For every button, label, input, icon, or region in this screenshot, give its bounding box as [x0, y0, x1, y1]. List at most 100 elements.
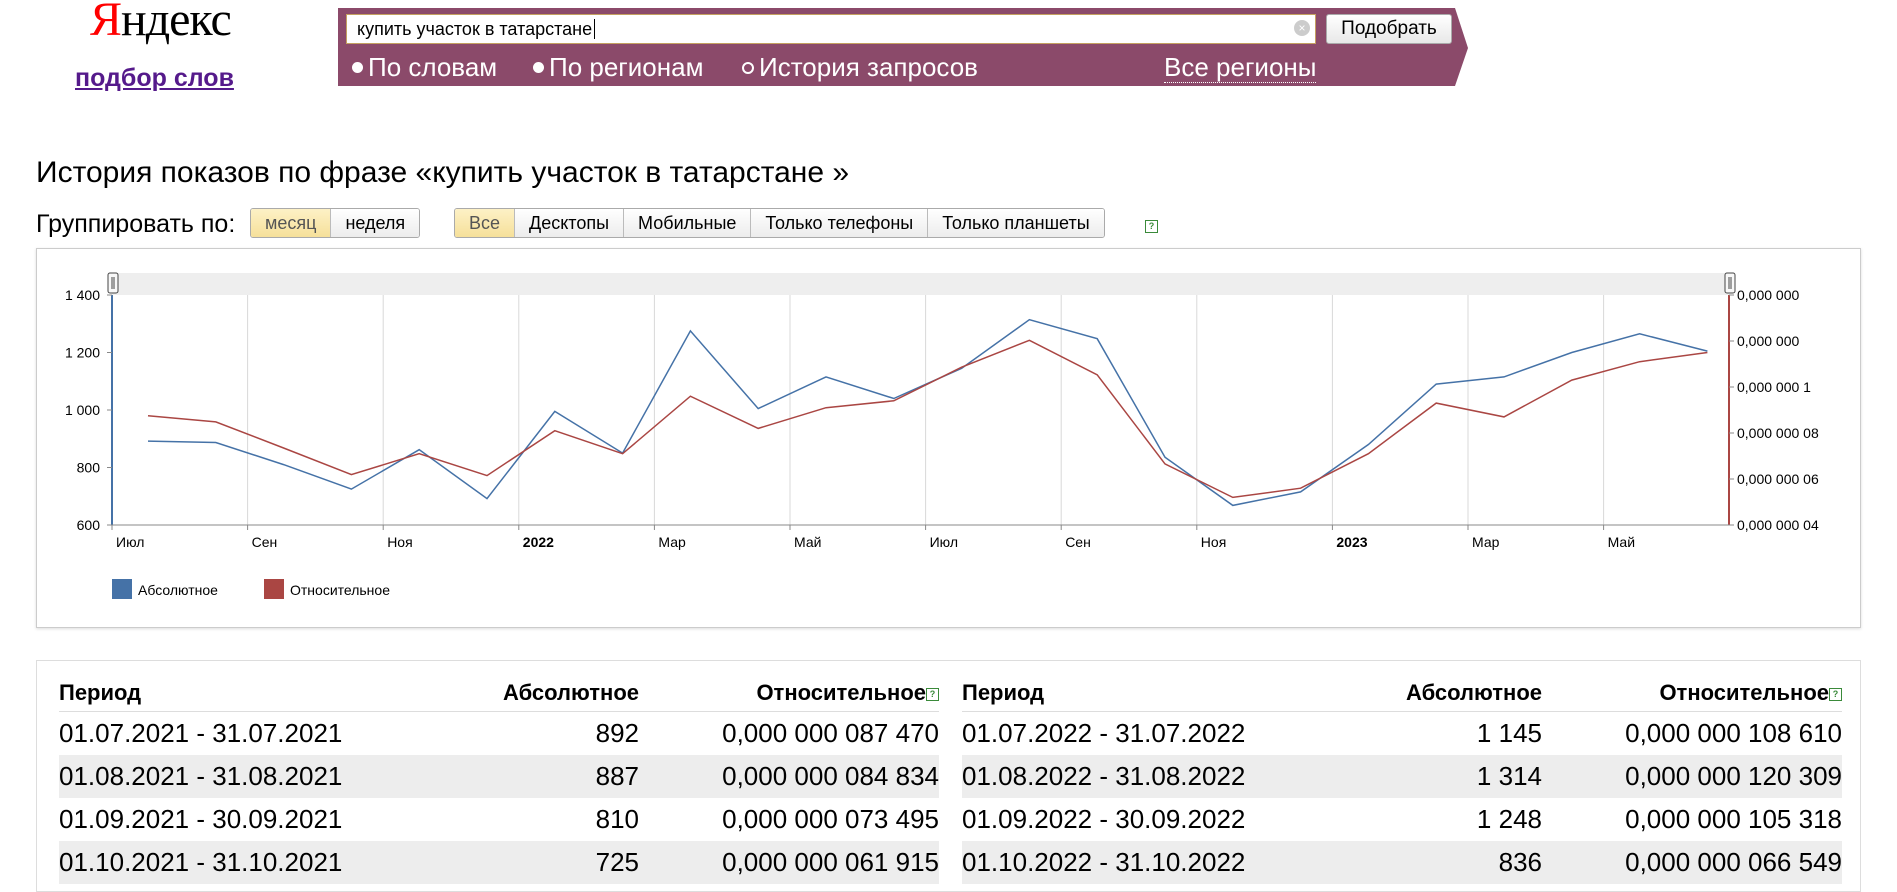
page-title: История показов по фразе «купить участок… [36, 156, 850, 189]
table-right: Период Абсолютное Относительное? 01.07.2… [962, 675, 1842, 884]
device-tablets-button[interactable]: Только планшеты [928, 209, 1104, 237]
x-tick-label: Ноя [387, 534, 412, 550]
absolute-cell: 1 145 [1476, 718, 1542, 748]
legend-swatch [264, 579, 284, 599]
x-tick-label: Мар [1472, 534, 1500, 550]
y-right-tick-label: 0,000 000 04 [1737, 517, 1819, 533]
y-right-tick-label: 0,000 000 06 [1737, 471, 1819, 487]
table-row: 01.10.2022 - 31.10.2022 836 0,000 000 066 … [962, 841, 1842, 884]
header-period: Период [59, 675, 451, 712]
header-relative-label: Относительное [1659, 680, 1829, 705]
absolute-cell: 836 [1353, 841, 1542, 884]
relative-cell: 0,000 000 105 318 [1625, 804, 1842, 834]
x-tick-label: 2023 [1336, 534, 1367, 550]
y-right-tick-label: 0,000 000 08 [1737, 425, 1819, 441]
table-row: 01.09.2021 - 30.09.2021 810 0,000 000 073 … [59, 798, 939, 841]
device-all-button[interactable]: Все [455, 209, 516, 237]
relative-cell: 0,000 000 061 915 [639, 841, 939, 884]
legend-swatch [112, 579, 132, 599]
help-icon[interactable]: ? [1829, 687, 1842, 701]
header-period: Период [962, 675, 1354, 712]
logo-rest: ндекс [121, 0, 232, 46]
legend-label: Абсолютное [138, 582, 218, 598]
y-left-tick-label: 1 400 [65, 287, 100, 303]
legend-label: Относительное [290, 582, 390, 598]
mode-by-regions[interactable]: По регионам [533, 52, 703, 83]
absolute-cell: 810 [595, 804, 639, 834]
mode-by-words[interactable]: По словам [352, 52, 497, 83]
help-icon[interactable]: ? [1145, 220, 1158, 233]
x-tick-label: Сен [252, 534, 278, 550]
absolute-cell: 1 248 [1476, 804, 1542, 834]
device-phones-button[interactable]: Только телефоны [751, 209, 929, 237]
relative-cell: 0,000 000 084 834 [639, 755, 939, 798]
y-left-tick-label: 600 [77, 517, 101, 533]
table-row: 01.08.2021 - 31.08.2021 887 0,000 000 084 … [59, 755, 939, 798]
group-by-toggle: месяц неделя [250, 208, 421, 238]
relative-cell: 0,000 000 087 470 [722, 718, 939, 748]
absolute-cell: 887 [450, 755, 639, 798]
navigator-handle[interactable] [107, 272, 119, 294]
y-right-tick-label: 0,000 000 1 [1737, 379, 1811, 395]
absolute-cell: 725 [450, 841, 639, 884]
navigator-handle[interactable] [1724, 272, 1736, 294]
y-left-tick-label: 1 000 [65, 402, 100, 418]
search-query: купить участок в татарстане [357, 19, 593, 39]
table-left: Период Абсолютное Относительное? 01.07.2… [59, 675, 939, 884]
table-row: 01.07.2021 - 31.07.2021 892 0,000 000 087 … [59, 712, 939, 756]
search-input[interactable]: купить участок в татарстане [346, 14, 1316, 44]
help-icon[interactable]: ? [926, 687, 939, 701]
y-right-tick-label: 0,000 000 [1737, 287, 1799, 303]
x-tick-label: Сен [1065, 534, 1091, 550]
header-relative: Относительное? [639, 675, 939, 712]
mode-label: По словам [368, 52, 498, 82]
x-tick-label: 2022 [523, 534, 554, 550]
y-left-tick-label: 800 [77, 460, 101, 476]
logo-first-letter: Я [90, 0, 122, 46]
series-line-absolute [147, 318, 1708, 507]
relative-cell: 0,000 000 108 610 [1625, 718, 1842, 748]
regions-link[interactable]: Все регионы [1164, 52, 1317, 83]
relative-cell: 0,000 000 066 549 [1542, 841, 1842, 884]
table-row: 01.10.2021 - 31.10.2021 725 0,000 000 061 … [59, 841, 939, 884]
group-week-button[interactable]: неделя [331, 209, 420, 237]
absolute-cell: 892 [595, 718, 639, 748]
series-line-relative [147, 339, 1708, 499]
radio-icon [352, 62, 363, 73]
device-mobile-button[interactable]: Мобильные [624, 209, 752, 237]
mode-history[interactable]: История запросов [742, 52, 978, 83]
x-tick-label: Мар [658, 534, 686, 550]
period-cell: 01.08.2022 - 31.08.2022 [962, 755, 1354, 798]
header-absolute: Абсолютное [1353, 675, 1542, 712]
x-tick-label: Июл [116, 534, 144, 550]
group-month-button[interactable]: месяц [251, 209, 332, 237]
period-cell: 01.09.2022 - 30.09.2022 [962, 804, 1246, 834]
service-link[interactable]: подбор слов [75, 64, 234, 93]
period-cell: 01.10.2021 - 31.10.2021 [59, 841, 451, 884]
data-table: Период Абсолютное Относительное? 01.07.2… [36, 660, 1861, 892]
period-cell: 01.07.2022 - 31.07.2022 [962, 718, 1246, 748]
period-cell: 01.10.2022 - 31.10.2022 [962, 841, 1354, 884]
radio-icon [742, 61, 754, 74]
x-tick-label: Июл [930, 534, 958, 550]
group-by-label: Группировать по: [36, 210, 236, 238]
header-relative-label: Относительное [756, 680, 926, 705]
table-row: 01.09.2022 - 30.09.2022 1 248 0,000 000 10… [962, 798, 1842, 841]
relative-cell: 0,000 000 073 495 [722, 804, 939, 834]
period-cell: 01.07.2021 - 31.07.2021 [59, 718, 343, 748]
pick-button[interactable]: Подобрать [1326, 14, 1452, 44]
device-desktop-button[interactable]: Десктопы [515, 209, 625, 237]
mode-label: История запросов [759, 52, 978, 82]
y-left-tick-label: 1 200 [65, 345, 100, 361]
period-cell: 01.08.2021 - 31.08.2021 [59, 755, 451, 798]
header-absolute: Абсолютное [450, 675, 639, 712]
mode-label: По регионам [549, 52, 704, 82]
clear-icon[interactable]: × [1294, 20, 1310, 36]
table-row: 01.07.2022 - 31.07.2022 1 145 0,000 000 10… [962, 712, 1842, 756]
relative-cell: 0,000 000 120 309 [1542, 755, 1842, 798]
table-row: 01.08.2022 - 31.08.2022 1 314 0,000 000 12… [962, 755, 1842, 798]
yandex-logo[interactable]: Яндекс [90, 0, 232, 47]
device-filter: Все Десктопы Мобильные Только телефоны Т… [454, 208, 1105, 238]
x-tick-label: Май [1608, 534, 1635, 550]
absolute-cell: 1 314 [1353, 755, 1542, 798]
